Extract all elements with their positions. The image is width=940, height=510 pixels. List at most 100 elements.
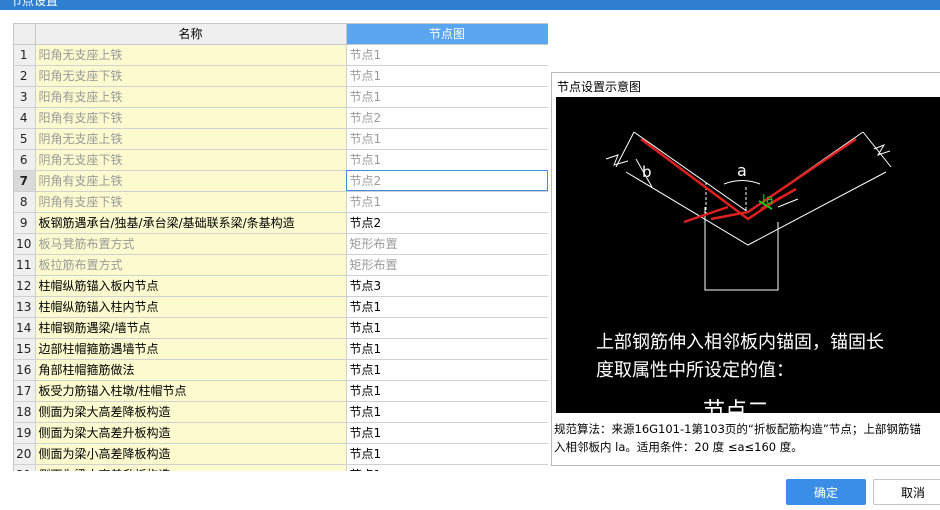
node-cell[interactable]: 节点1 xyxy=(346,296,548,318)
node-cell[interactable]: 节点2 xyxy=(346,170,548,192)
node-cell[interactable]: 节点1 xyxy=(346,44,548,66)
node-cell[interactable]: 节点1 xyxy=(346,338,548,360)
grid-left-border xyxy=(13,24,14,471)
node-cell[interactable]: 节点1 xyxy=(346,443,548,465)
name-column-header[interactable]: 名称 xyxy=(35,24,347,45)
table-row[interactable]: 3 阳角有支座上铁 节点1 xyxy=(13,86,548,108)
row-number-cell: 13 xyxy=(13,296,36,318)
node-cell[interactable]: 节点1 xyxy=(346,401,548,423)
table-row[interactable]: 9 板钢筋遇承台/独基/承台梁/基础联系梁/条基构造 节点2 xyxy=(13,212,548,234)
name-cell: 柱帽纵筋锚入柱内节点 xyxy=(35,296,347,318)
table-row[interactable]: 2 阳角无支座下铁 节点1 xyxy=(13,65,548,87)
name-cell: 柱帽纵筋锚入板内节点 xyxy=(35,275,347,297)
row-number-cell: 17 xyxy=(13,380,36,402)
row-number-cell: 8 xyxy=(13,191,36,213)
node-cell[interactable]: 节点1 xyxy=(346,128,548,150)
table-row[interactable]: 1 阳角无支座上铁 节点1 xyxy=(13,44,548,66)
row-number-cell: 7 xyxy=(13,170,36,192)
rule-description: 规范算法：来源16G101-1第103页的“折板配筋构造”节点；上部钢筋锚 入相… xyxy=(554,420,940,456)
table-row[interactable]: 20 侧面为梁小高差降板构造 节点1 xyxy=(13,443,548,465)
diagram-caption-line1: 上部钢筋伸入相邻板内锚固，锚固长 xyxy=(596,332,884,353)
name-cell: 板钢筋遇承台/独基/承台梁/基础联系梁/条基构造 xyxy=(35,212,347,234)
node-cell[interactable]: 节点1 xyxy=(346,464,548,471)
node-cell[interactable]: 节点1 xyxy=(346,149,548,171)
row-number-cell: 2 xyxy=(13,65,36,87)
rule-description-line2: 入相邻板内 la。适用条件：20 度 ≤a≤160 度。 xyxy=(554,440,803,454)
angle-arc-a xyxy=(723,180,761,185)
node-cell[interactable]: 节点1 xyxy=(346,65,548,87)
node-cell[interactable]: 节点1 xyxy=(346,86,548,108)
table-row[interactable]: 16 角部柱帽箍筋做法 节点1 xyxy=(13,359,548,381)
table-row[interactable]: 21侧面为梁小高差升板构造节点1 xyxy=(13,464,548,471)
node-preview-panel: 节点设置示意图 a b la 上部钢筋伸入相邻板内锚固，锚固长 度取属性中所设定… xyxy=(551,72,940,466)
node-cell[interactable]: 节点1 xyxy=(346,359,548,381)
name-cell: 柱帽钢筋遇梁/墙节点 xyxy=(35,317,347,339)
table-row[interactable]: 19 侧面为梁大高差升板构造 节点1 xyxy=(13,422,548,444)
node-cell[interactable]: 节点1 xyxy=(346,191,548,213)
node-cell[interactable]: 节点1 xyxy=(346,380,548,402)
table-row[interactable]: 6 阴角无支座下铁 节点1 xyxy=(13,149,548,171)
support-column xyxy=(704,207,779,291)
name-cell: 阳角无支座下铁 xyxy=(35,65,347,87)
node-cell[interactable]: 矩形布置 xyxy=(346,233,548,255)
name-cell: 阳角无支座上铁 xyxy=(35,44,347,66)
break-mark-right xyxy=(873,143,891,156)
row-number-cell: 12 xyxy=(13,275,36,297)
row-number-cell: 20 xyxy=(13,443,36,465)
node-column-header[interactable]: 节点图 xyxy=(346,24,548,45)
row-number-cell: 19 xyxy=(13,422,36,444)
table-row[interactable]: 11 板拉筋布置方式 矩形布置 xyxy=(13,254,548,276)
name-cell: 侧面为梁大高差升板构造 xyxy=(35,422,347,444)
name-cell: 阳角有支座上铁 xyxy=(35,86,347,108)
row-number-cell: 1 xyxy=(13,44,36,66)
table-row[interactable]: 8 阴角有支座下铁 节点1 xyxy=(13,191,548,213)
table-row[interactable]: 15 边部柱帽箍筋遇墙节点 节点1 xyxy=(13,338,548,360)
name-cell: 边部柱帽箍筋遇墙节点 xyxy=(35,338,347,360)
diagram-caption-line2: 度取属性中所设定的值： xyxy=(596,360,794,381)
node-cell[interactable]: 矩形布置 xyxy=(346,254,548,276)
name-cell: 阳角有支座下铁 xyxy=(35,107,347,129)
grid-table: 名称 节点图 1 阳角无支座上铁 节点1 2 阳角无支座下铁 节点1 3 阳角有支座上铁 节点1… xyxy=(13,24,548,471)
la-arrow xyxy=(777,198,799,208)
node-settings-grid: 名称 节点图 1 阳角无支座上铁 节点1 2 阳角无支座下铁 节点1 3 阳角有支座上铁 节点1… xyxy=(13,23,548,471)
label-la: la xyxy=(762,193,774,208)
node-diagram: a b la 上部钢筋伸入相邻板内锚固，锚固长 度取属性中所设定的值： 节点二 xyxy=(556,97,940,413)
name-cell: 阴角有支座上铁 xyxy=(35,170,347,192)
ok-button[interactable]: 确定 xyxy=(786,479,866,505)
grid-header-row: 名称 节点图 xyxy=(13,24,548,45)
row-number-cell: 16 xyxy=(13,359,36,381)
rule-description-line1: 规范算法：来源16G101-1第103页的“折板配筋构造”节点；上部钢筋锚 xyxy=(554,422,921,436)
diagram-node-name: 节点二 xyxy=(703,399,770,413)
node-cell[interactable]: 节点2 xyxy=(346,212,548,234)
window-title: 节点设置 xyxy=(10,0,59,8)
table-row[interactable]: 12 柱帽纵筋锚入板内节点 节点3 xyxy=(13,275,548,297)
cancel-button[interactable]: 取消 xyxy=(873,479,940,505)
name-cell: 角部柱帽箍筋做法 xyxy=(35,359,347,381)
table-row[interactable]: 13 柱帽纵筋锚入柱内节点 节点1 xyxy=(13,296,548,318)
title-bar: 节点设置 xyxy=(0,0,940,10)
table-row[interactable]: 4 阳角有支座下铁 节点2 xyxy=(13,107,548,129)
slab-end-right xyxy=(862,131,892,168)
table-row[interactable]: 7 阴角有支座上铁 节点2 xyxy=(13,170,548,192)
label-a: a xyxy=(737,161,747,180)
name-cell: 侧面为梁小高差升板构造 xyxy=(35,464,347,471)
row-number-cell: 15 xyxy=(13,338,36,360)
node-cell[interactable]: 节点3 xyxy=(346,275,548,297)
table-row[interactable]: 18 侧面为梁大高差降板构造 节点1 xyxy=(13,401,548,423)
preview-title: 节点设置示意图 xyxy=(557,80,642,94)
name-cell: 阴角有支座下铁 xyxy=(35,191,347,213)
row-number-cell: 21 xyxy=(13,464,36,471)
table-row[interactable]: 10 板马凳筋布置方式 矩形布置 xyxy=(13,233,548,255)
name-cell: 阴角无支座上铁 xyxy=(35,128,347,150)
row-number-cell: 3 xyxy=(13,86,36,108)
table-row[interactable]: 17 板受力筋锚入柱墩/柱帽节点 节点1 xyxy=(13,380,548,402)
node-cell[interactable]: 节点1 xyxy=(346,422,548,444)
rebar-upper-left xyxy=(640,137,782,221)
table-row[interactable]: 14 柱帽钢筋遇梁/墙节点 节点1 xyxy=(13,317,548,339)
node-cell[interactable]: 节点1 xyxy=(346,317,548,339)
row-number-cell: 14 xyxy=(13,317,36,339)
break-mark-left xyxy=(605,154,629,166)
table-row[interactable]: 5 阴角无支座上铁 节点1 xyxy=(13,128,548,150)
node-cell[interactable]: 节点2 xyxy=(346,107,548,129)
slab-outline-upper xyxy=(633,131,864,213)
